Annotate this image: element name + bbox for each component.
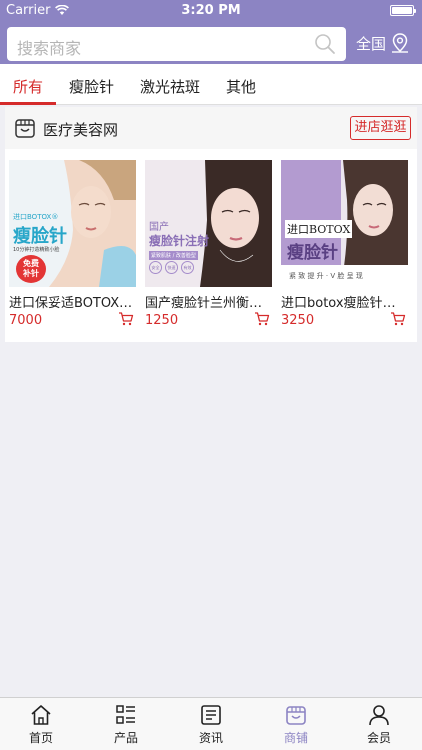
product-image-caption: 紧 致 提 升 · V 脸 呈 现	[289, 272, 363, 280]
product-image-line2: 瘦脸针	[287, 243, 338, 263]
tab-all[interactable]: 所有	[13, 76, 43, 97]
list-icon	[116, 705, 135, 724]
product-image-line1: 进口BOTOX	[285, 220, 353, 238]
add-to-cart-icon[interactable]	[390, 312, 406, 326]
home-icon	[31, 705, 51, 725]
tabbar-products-label: 产品	[113, 731, 138, 745]
product-image[interactable]: 国产 瘦脸针注射 紧致肌肤 / 改善脸型 安全 快速 有效	[145, 160, 272, 287]
store-name: 医疗美容网	[43, 121, 119, 139]
bottom-tab-bar: 首页 产品 资讯 商铺 会员	[0, 697, 422, 750]
tabbar-news[interactable]: 资讯	[176, 704, 246, 746]
store-header: 医疗美容网 进店逛逛	[5, 107, 417, 149]
product-image-line2: 瘦脸针注射	[149, 234, 210, 248]
location-icon	[392, 33, 409, 53]
search-input[interactable]: 搜索商家	[7, 27, 346, 61]
product-image-brand: 进口BOTOX®	[13, 213, 59, 221]
product-name: 进口botox瘦脸针保妥适	[281, 296, 408, 311]
user-icon	[369, 705, 389, 726]
product-price: 3250	[281, 313, 315, 328]
product-image-title: 瘦脸针	[13, 226, 67, 247]
shop-icon	[15, 119, 35, 138]
tabbar-news-label: 资讯	[198, 731, 223, 745]
product-image[interactable]: 进口BOTOX® 瘦脸针 10分钟打造精致小脸 免费 补针	[9, 160, 136, 287]
tabbar-member-label: 会员	[366, 731, 391, 745]
battery-icon	[390, 5, 416, 16]
city-label: 全国	[356, 34, 387, 53]
product-card[interactable]: 国产 瘦脸针注射 紧致肌肤 / 改善脸型 安全 快速 有效 国产瘦脸针兰州衡力瘦…	[145, 160, 272, 328]
add-to-cart-icon[interactable]	[254, 312, 270, 326]
store-icon	[286, 706, 306, 725]
product-image-line1: 国产	[149, 222, 169, 233]
active-tab-indicator	[0, 102, 56, 105]
product-card[interactable]: 进口BOTOX® 瘦脸针 10分钟打造精致小脸 免费 补针 进口保妥适BOTOX…	[9, 160, 136, 328]
tabbar-home[interactable]: 首页	[6, 704, 76, 746]
free-touchup-badge: 免费 补针	[16, 255, 46, 283]
tab-laser-spot[interactable]: 激光祛斑	[140, 76, 200, 97]
tab-face-slimming[interactable]: 瘦脸针	[69, 76, 114, 97]
product-image-subtitle: 10分钟打造精致小脸	[13, 247, 60, 253]
product-card[interactable]: 进口BOTOX 瘦脸针 紧 致 提 升 · V 脸 呈 现 进口botox瘦脸针…	[281, 160, 408, 328]
category-tabs: 所有 瘦脸针 激光祛斑 其他	[0, 64, 422, 105]
news-icon	[201, 705, 221, 725]
add-to-cart-icon[interactable]	[118, 312, 134, 326]
tabbar-home-label: 首页	[28, 731, 53, 745]
tabbar-stores[interactable]: 商铺	[261, 704, 331, 746]
tabbar-products[interactable]: 产品	[91, 704, 161, 746]
enter-store-button[interactable]: 进店逛逛	[350, 116, 411, 140]
city-selector[interactable]: 全国	[356, 32, 411, 54]
tab-other[interactable]: 其他	[226, 76, 256, 97]
product-image-tag: 紧致肌肤 / 改善脸型	[149, 251, 198, 260]
benefit-bubbles: 安全 快速 有效	[149, 261, 194, 274]
search-placeholder: 搜索商家	[17, 39, 82, 58]
search-icon[interactable]	[314, 33, 336, 55]
product-name: 国产瘦脸针兰州衡力瘦脸针	[145, 296, 272, 311]
product-image[interactable]: 进口BOTOX 瘦脸针 紧 致 提 升 · V 脸 呈 现	[281, 160, 408, 287]
tabbar-stores-label: 商铺	[283, 731, 308, 745]
clock: 3:20 PM	[181, 3, 241, 18]
product-price: 1250	[145, 313, 179, 328]
product-name: 进口保妥适BOTOX瘦脸针	[9, 296, 136, 311]
store-card: 医疗美容网 进店逛逛 进口BOTOX® 瘦脸针 10分钟打造精致小脸 免费 补针…	[5, 107, 417, 342]
product-price: 7000	[9, 313, 43, 328]
status-bar: Carrier 3:20 PM	[0, 0, 422, 22]
tabbar-member[interactable]: 会员	[344, 704, 414, 746]
header-bar: Carrier 3:20 PM 搜索商家 全国	[0, 0, 422, 64]
